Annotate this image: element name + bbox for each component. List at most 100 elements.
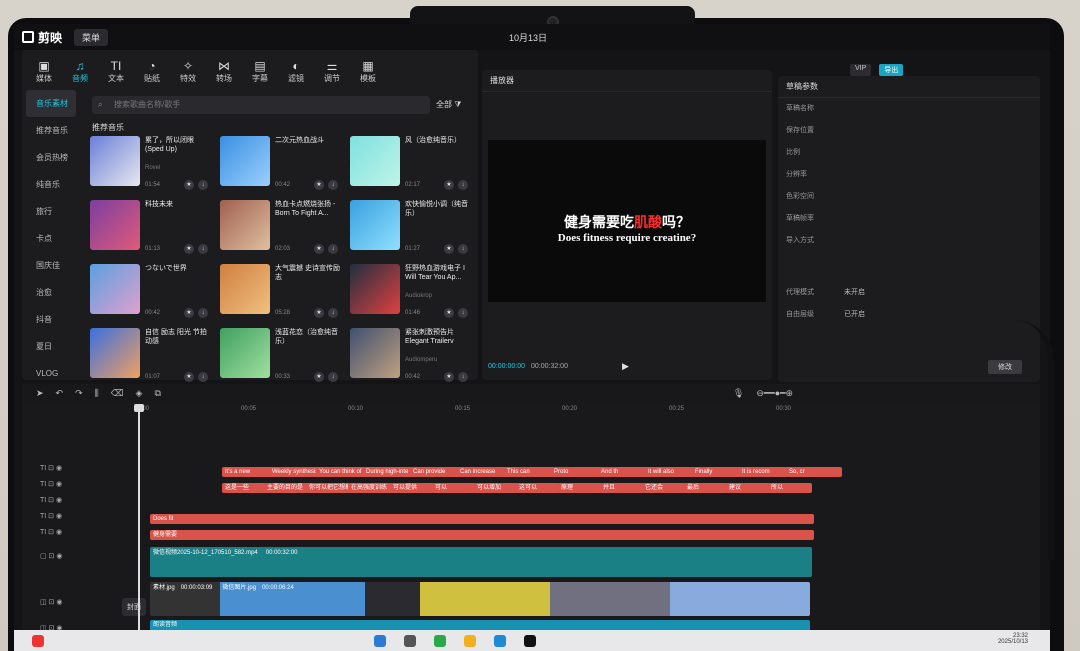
- cover-button[interactable]: 封面: [122, 598, 146, 616]
- download-icon[interactable]: ↓: [198, 308, 208, 318]
- wechat-icon[interactable]: [434, 634, 446, 647]
- music-card[interactable]: 二次元热血战斗 00:42 ★ ↓: [220, 136, 344, 190]
- search-taskbar-icon[interactable]: [404, 634, 416, 647]
- track-header[interactable]: TI ⊡ ◉: [40, 512, 62, 520]
- sidebar-item[interactable]: 推荐音乐: [22, 117, 80, 144]
- export-button[interactable]: 导出: [879, 64, 904, 76]
- text-clip-long[interactable]: Does fit: [150, 514, 814, 524]
- download-icon[interactable]: ↓: [198, 180, 208, 190]
- crop-icon[interactable]: ⧉: [154, 388, 160, 399]
- music-card[interactable]: 热血卡点燃烧张扬 - Born To Fight A... 02:03 ★ ↓: [220, 200, 344, 254]
- tool-audio[interactable]: ♫ 音频: [62, 59, 98, 84]
- sidebar-item[interactable]: 旅行: [22, 198, 80, 225]
- text-clip[interactable]: 你可以把它想象成: [306, 483, 350, 493]
- download-icon[interactable]: ↓: [328, 180, 338, 190]
- vip-badge[interactable]: VIP: [850, 64, 872, 76]
- favorite-icon[interactable]: ★: [314, 308, 324, 318]
- favorite-icon[interactable]: ★: [184, 372, 194, 382]
- tool-effects[interactable]: ✧ 特效: [170, 59, 206, 84]
- track-header[interactable]: ▢ ⊡ ◉: [40, 552, 62, 560]
- redo-icon[interactable]: ↷: [75, 388, 83, 399]
- zoom-slider[interactable]: ⊖━━●━⊕: [756, 388, 793, 399]
- sidebar-item[interactable]: VLOG: [22, 360, 80, 387]
- track-header[interactable]: TI ⊡ ◉: [40, 496, 62, 504]
- download-icon[interactable]: ↓: [458, 244, 468, 254]
- start-icon[interactable]: [374, 634, 386, 647]
- sidebar-item[interactable]: 卡点: [22, 225, 80, 252]
- playhead[interactable]: [134, 404, 144, 630]
- tool-subtitle[interactable]: ▤ 字幕: [242, 59, 278, 84]
- favorite-icon[interactable]: ★: [184, 244, 194, 254]
- text-clip[interactable]: 可以: [432, 483, 476, 493]
- favorite-icon[interactable]: ★: [444, 244, 454, 254]
- text-clip[interactable]: 可以提供: [390, 483, 434, 493]
- music-card[interactable]: 浅蓝花恋（治愈纯音乐） 00:33 ★ ↓: [220, 328, 344, 382]
- sidebar-item[interactable]: 纯音乐: [22, 171, 80, 198]
- tool-text[interactable]: TI 文本: [98, 59, 134, 84]
- music-card[interactable]: 紧张刺激预告片 Elegant Trailerv Audiomperu 00:42 ★…: [350, 328, 474, 382]
- play-icon[interactable]: ▶: [622, 361, 629, 372]
- folder-icon[interactable]: [464, 634, 476, 647]
- download-icon[interactable]: ↓: [458, 308, 468, 318]
- download-icon[interactable]: ↓: [328, 308, 338, 318]
- track-header[interactable]: TI ⊡ ◉: [40, 480, 62, 488]
- music-card[interactable]: 大气震撼 史诗宣传励志 05:28 ★ ↓: [220, 264, 344, 318]
- music-card[interactable]: 风（治愈纯音乐） 02:17 ★ ↓: [350, 136, 474, 190]
- favorite-icon[interactable]: ★: [444, 372, 454, 382]
- favorite-icon[interactable]: ★: [444, 308, 454, 318]
- split-icon[interactable]: ⫼: [95, 388, 99, 399]
- track-header[interactable]: TI ⊡ ◉: [40, 528, 62, 536]
- tool-sticker[interactable]: ◔ 贴纸: [134, 59, 170, 84]
- favorite-icon[interactable]: ★: [314, 244, 324, 254]
- sidebar-item[interactable]: 抖音: [22, 306, 80, 333]
- tool-transition[interactable]: ⋈ 转场: [206, 59, 242, 84]
- tool-template[interactable]: ▦ 模板: [350, 59, 386, 84]
- video-preview[interactable]: 健身需要吃肌酸吗？ Does fitness require creatine?: [488, 140, 766, 302]
- download-icon[interactable]: ↓: [458, 180, 468, 190]
- sidebar-item[interactable]: 夏日: [22, 333, 80, 360]
- edge-icon[interactable]: [494, 634, 506, 647]
- filter-all-button[interactable]: 全部 ⧩: [436, 96, 474, 114]
- track-header[interactable]: ◫ ⊡ ◉: [40, 598, 62, 606]
- main-track[interactable]: 素材.jpg 00:00:03:09 微信图片.jpg 00:00:06:24: [150, 582, 810, 616]
- favorite-icon[interactable]: ★: [444, 180, 454, 190]
- search-input[interactable]: ⌕ 搜索歌曲名称/歌手: [92, 96, 430, 114]
- microphone-icon[interactable]: 🎙: [733, 388, 744, 399]
- favorite-icon[interactable]: ★: [184, 308, 194, 318]
- text-clip[interactable]: 建议: [726, 483, 770, 493]
- text-clip[interactable]: 在高强度训练: [348, 483, 392, 493]
- text-clip[interactable]: 主要的目的是: [264, 483, 308, 493]
- delete-icon[interactable]: ⌫: [111, 388, 124, 399]
- tool-filter[interactable]: ◐ 滤镜: [278, 59, 314, 84]
- text-clip[interactable]: 可以增加: [474, 483, 518, 493]
- shield-icon[interactable]: ◈: [136, 388, 143, 399]
- favorite-icon[interactable]: ★: [314, 372, 324, 382]
- text-clip[interactable]: 最后: [684, 483, 728, 493]
- download-icon[interactable]: ↓: [198, 244, 208, 254]
- track-header[interactable]: TI ⊡ ◉: [40, 464, 62, 472]
- text-clip-long[interactable]: 健身需要: [150, 530, 814, 540]
- download-icon[interactable]: ↓: [198, 372, 208, 382]
- undo-icon[interactable]: ↶: [56, 388, 64, 399]
- download-icon[interactable]: ↓: [328, 244, 338, 254]
- jianying-icon[interactable]: [524, 634, 536, 647]
- text-clip[interactable]: 这是一些: [222, 483, 266, 493]
- text-clip[interactable]: 原理: [558, 483, 602, 493]
- text-clip[interactable]: 并且: [600, 483, 644, 493]
- favorite-icon[interactable]: ★: [184, 180, 194, 190]
- sidebar-item[interactable]: 会员热榜: [22, 144, 80, 171]
- sidebar-item[interactable]: 音乐素材: [26, 90, 76, 117]
- select-tool-icon[interactable]: ➤: [36, 388, 44, 399]
- music-card[interactable]: つないで世界 00:42 ★ ↓: [90, 264, 214, 318]
- favorite-icon[interactable]: ★: [314, 180, 324, 190]
- weather-icon[interactable]: [32, 634, 44, 647]
- music-card[interactable]: 累了，所以闭眼 (Sped Up) Rovel 01:54 ★ ↓: [90, 136, 214, 190]
- sidebar-item[interactable]: 国庆佳: [22, 252, 80, 279]
- music-card[interactable]: 欢快愉悦小调（纯音乐） 01:27 ★ ↓: [350, 200, 474, 254]
- music-card[interactable]: 狂野热血游戏电子 I Will Tear You Ap... Audiokrop 0…: [350, 264, 474, 318]
- tool-media[interactable]: ▣ 媒体: [26, 59, 62, 84]
- music-card[interactable]: 自信 励志 阳光 节拍 动感 01:07 ★ ↓: [90, 328, 214, 382]
- text-clip[interactable]: 所以: [768, 483, 812, 493]
- video-clip[interactable]: 微信视频2025-10-12_170510_582.mp4 00:00:32:00: [150, 547, 812, 577]
- sidebar-item[interactable]: 治愈: [22, 279, 80, 306]
